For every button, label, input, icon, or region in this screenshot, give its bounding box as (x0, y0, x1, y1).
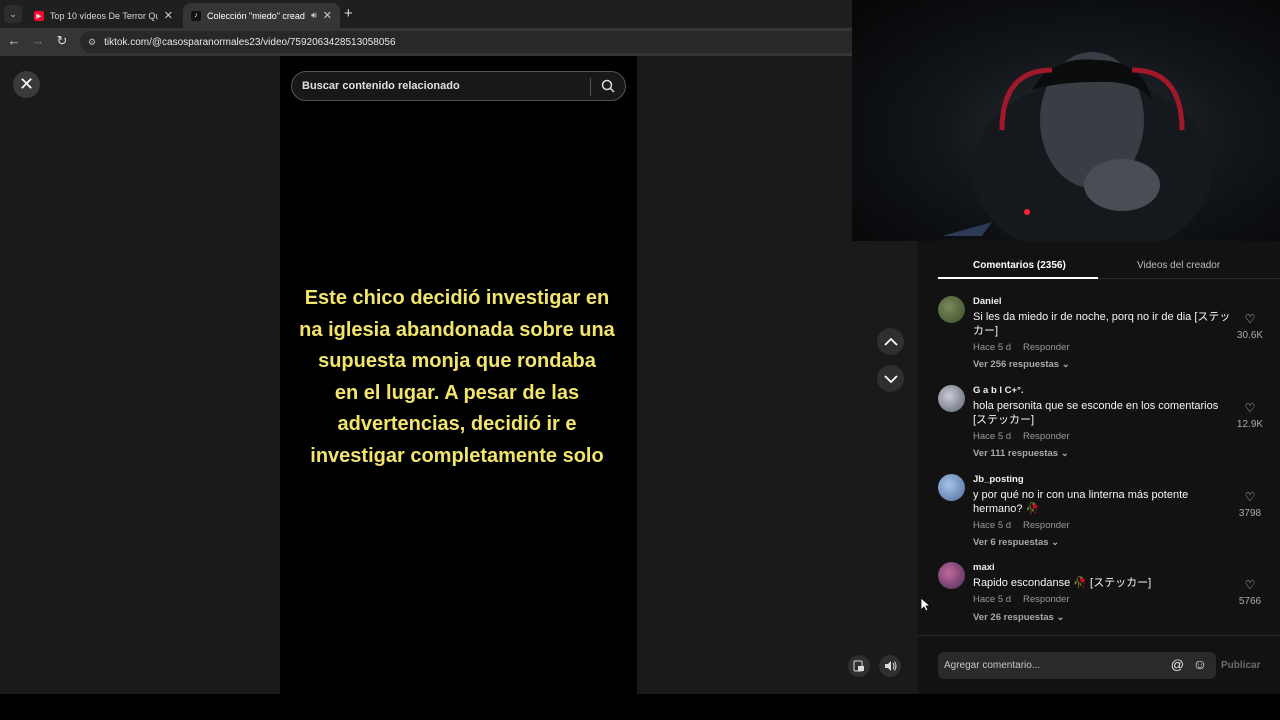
like-button[interactable]: ♡ 30.6K (1232, 310, 1268, 341)
avatar[interactable] (938, 385, 965, 412)
mention-icon[interactable]: @ (1171, 657, 1184, 672)
caption-line: advertencias, decidió ir e (337, 413, 577, 435)
like-button[interactable]: ♡ 5766 (1232, 576, 1268, 607)
heart-icon: ♡ (1244, 490, 1256, 504)
tab-youtube[interactable]: ▶ Top 10 vídeos De Terror Que N ✕ (26, 3, 181, 28)
reply-button[interactable]: Responder (1023, 594, 1069, 605)
url-bar[interactable]: ⚙ tiktok.com/@casosparanormales23/video/… (80, 31, 860, 53)
comment-username[interactable]: G a b l C+°. (973, 385, 1024, 396)
close-tab-icon[interactable]: ✕ (323, 9, 332, 22)
caption-line: investigar completamente solo (310, 444, 604, 467)
tab-tiktok[interactable]: ♪ Colección "miedo" creada p 🔊︎ ✕ (183, 3, 340, 28)
related-search-input[interactable]: Buscar contenido relacionado (291, 71, 626, 101)
tab-comments[interactable]: Comentarios (2356) (973, 260, 1066, 271)
heart-icon: ♡ (1244, 578, 1256, 592)
comment-username[interactable]: Daniel (973, 296, 1002, 307)
like-count: 30.6K (1236, 330, 1264, 341)
divider (918, 635, 1280, 636)
search-icon[interactable] (601, 79, 615, 93)
comment-username[interactable]: maxi (973, 562, 995, 573)
avatar[interactable] (938, 474, 965, 501)
view-replies-label: Ver 111 respuestas (973, 448, 1059, 459)
view-replies-label: Ver 256 respuestas (973, 359, 1060, 370)
comment-time: Hace 5 d (973, 594, 1012, 605)
comment-time: Hace 5 d (973, 520, 1012, 531)
chevron-down-icon: ⌄ (1061, 359, 1070, 370)
comment-placeholder: Agregar comentario... (944, 660, 1041, 671)
close-tab-icon[interactable]: ✕ (164, 9, 173, 22)
tab-search-chevron-icon[interactable]: ⌄ (4, 5, 22, 23)
mouse-cursor-icon (921, 598, 931, 612)
close-video-button[interactable]: ✕ (13, 71, 40, 98)
comment-time: Hace 5 d (973, 431, 1012, 442)
publish-button[interactable]: Publicar (1221, 660, 1260, 671)
comment-input[interactable]: Agregar comentario... @ ☺ (938, 652, 1216, 679)
webcam-overlay (852, 0, 1280, 241)
url-text: tiktok.com/@casosparanormales23/video/75… (104, 36, 396, 48)
comment-username[interactable]: Jb_posting (973, 474, 1024, 485)
close-icon: ✕ (18, 74, 35, 94)
view-replies-button[interactable]: Ver 6 respuestas ⌄ (973, 537, 1059, 548)
emoji-icon[interactable]: ☺ (1193, 656, 1207, 672)
tab-creator-videos[interactable]: Videos del creador (1137, 260, 1220, 271)
speaker-icon (884, 661, 896, 671)
heart-icon: ♡ (1244, 312, 1256, 326)
like-count: 5766 (1238, 596, 1262, 607)
tiktok-icon: ♪ (191, 10, 201, 21)
like-button[interactable]: ♡ 3798 (1232, 488, 1268, 519)
like-count: 3798 (1238, 508, 1262, 519)
next-video-button[interactable] (877, 365, 904, 392)
chevron-down-icon: ⌄ (1051, 537, 1060, 548)
chevron-down-icon: ⌄ (1056, 612, 1065, 623)
comment-time: Hace 5 d (973, 342, 1012, 353)
video-caption: Este chico decidió investigar en na igle… (272, 283, 642, 472)
webcam-person-image (942, 52, 1212, 241)
comment-text: hola personita que se esconde en los com… (973, 400, 1219, 426)
picture-in-picture-icon (853, 660, 864, 672)
comment-item: Daniel Si les da miedo ir de noche, porq… (938, 296, 1268, 371)
avatar[interactable] (938, 296, 965, 323)
caption-line: Este chico decidió investigar en (304, 287, 610, 309)
view-replies-button[interactable]: Ver 111 respuestas ⌄ (973, 448, 1069, 459)
view-replies-button[interactable]: Ver 26 respuestas ⌄ (973, 612, 1064, 623)
tab-audio-icon[interactable]: 🔊︎ (311, 10, 317, 21)
view-replies-label: Ver 6 respuestas (973, 537, 1049, 548)
reply-button[interactable]: Responder (1023, 342, 1069, 353)
chevron-down-icon: ⌄ (1060, 448, 1069, 459)
heart-icon: ♡ (1244, 401, 1256, 415)
view-replies-button[interactable]: Ver 256 respuestas ⌄ (973, 359, 1070, 370)
view-replies-label: Ver 26 respuestas (973, 612, 1054, 623)
reply-button[interactable]: Responder (1023, 431, 1069, 442)
comment-item: Jb_posting y por qué no ir con una linte… (938, 474, 1268, 549)
like-count: 12.9K (1236, 419, 1264, 430)
comment-item: maxi Rapido escondanse 🥀 [ステッカー] Hace 5 … (938, 562, 1268, 627)
chevron-up-icon (883, 337, 898, 346)
site-info-icon[interactable]: ⚙ (88, 37, 96, 48)
youtube-icon: ▶ (34, 10, 44, 21)
like-button[interactable]: ♡ 12.9K (1232, 399, 1268, 430)
reload-icon[interactable]: ↻ (53, 33, 71, 49)
comment-item: G a b l C+°. hola personita que se escon… (938, 385, 1268, 460)
comment-text: Rapido escondanse 🥀 [ステッカー] (973, 577, 1152, 589)
caption-line: na iglesia abandonada sobre una (299, 318, 615, 341)
reply-button[interactable]: Responder (1023, 520, 1069, 531)
search-divider (590, 78, 591, 96)
active-tab-indicator (938, 277, 1098, 279)
previous-video-button[interactable] (877, 328, 904, 355)
comment-text: Si les da miedo ir de noche, porq no ir … (973, 311, 1231, 337)
comment-text: y por qué no ir con una linterna más pot… (973, 489, 1189, 515)
new-tab-plus-icon[interactable]: + (344, 5, 353, 22)
forward-arrow-icon[interactable]: → (29, 33, 47, 48)
search-placeholder: Buscar contenido relacionado (302, 80, 460, 92)
pip-button[interactable] (848, 655, 870, 677)
back-arrow-icon[interactable]: ← (5, 33, 23, 48)
chevron-down-icon (883, 374, 898, 383)
avatar[interactable] (938, 562, 965, 589)
caption-line: en el lugar. A pesar de las (334, 381, 580, 404)
caption-line: supuesta monja que rondaba (318, 350, 596, 372)
volume-button[interactable] (879, 655, 901, 677)
